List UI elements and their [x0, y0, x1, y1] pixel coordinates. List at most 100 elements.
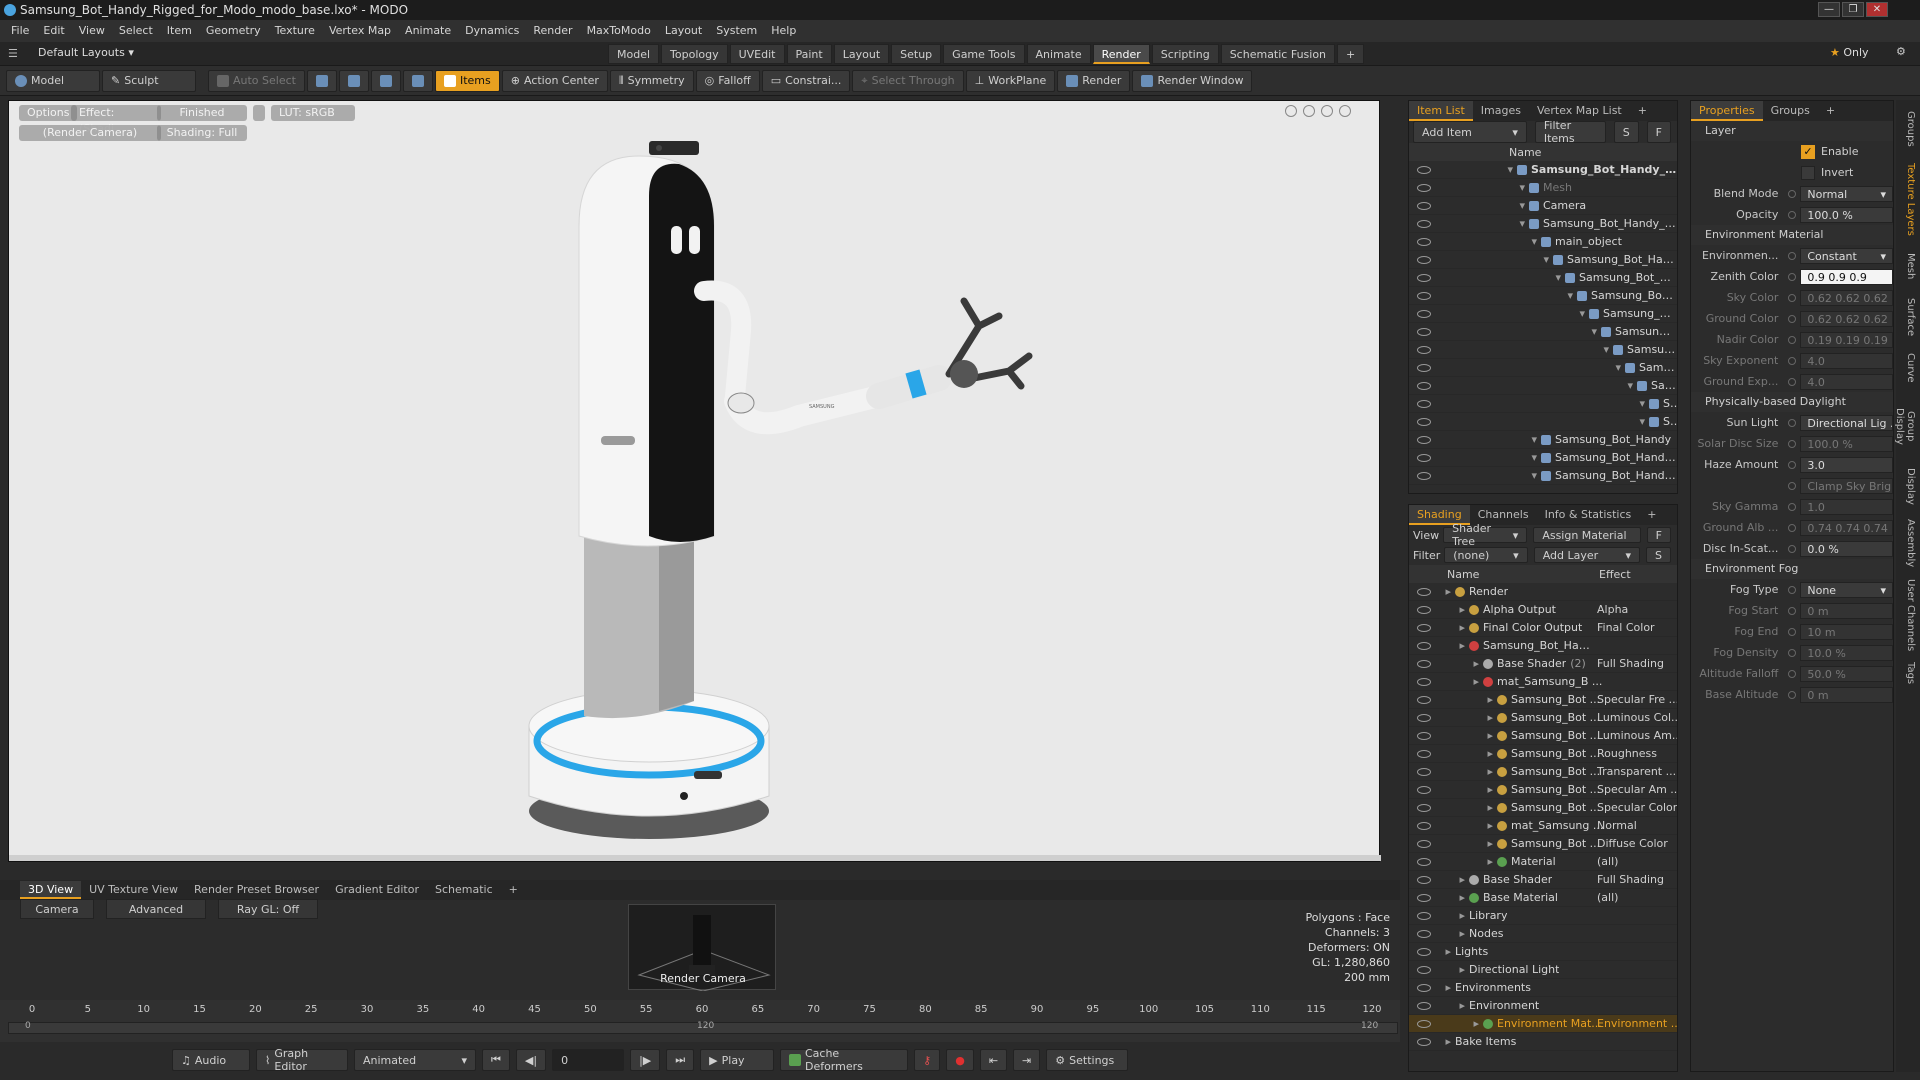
visibility-eye-icon[interactable]	[1417, 785, 1431, 794]
expand-arrow-icon[interactable]: ▾	[1437, 341, 1613, 358]
expand-arrow-icon[interactable]: ▸	[1437, 1015, 1483, 1032]
item-list-row[interactable]: ▾ Samsung_Bot_Handy ...	[1409, 449, 1677, 467]
tab-scripting[interactable]: Scripting	[1151, 44, 1219, 64]
expand-arrow-icon[interactable]: ▸	[1437, 709, 1497, 726]
render-button[interactable]: Render	[1057, 69, 1131, 92]
keyframe-dot-icon[interactable]	[1788, 606, 1797, 615]
shading-s-toggle[interactable]: S	[1646, 547, 1671, 563]
shader-layer-effect[interactable]: Transparent ...	[1597, 763, 1677, 780]
property-value[interactable]: 10 m	[1800, 623, 1893, 640]
shading-dropdown[interactable]: Shading: Full	[157, 125, 247, 141]
pan-icon[interactable]	[1285, 105, 1297, 117]
tab-item-list[interactable]: Item List	[1409, 101, 1473, 121]
shader-tree-row[interactable]: ▸ Samsung_Bot ... Luminous Col...	[1409, 709, 1677, 727]
workplane-button[interactable]: ⊥ WorkPlane	[965, 69, 1056, 92]
visibility-eye-icon[interactable]	[1417, 327, 1431, 336]
expand-arrow-icon[interactable]: ▾	[1437, 161, 1517, 178]
keyframe-dot-icon[interactable]	[1788, 523, 1797, 532]
shader-tree-row[interactable]: ▸ Alpha Output Alpha	[1409, 601, 1677, 619]
visibility-eye-icon[interactable]	[1417, 435, 1431, 444]
keyframe-dot-icon[interactable]	[1788, 648, 1797, 657]
tab-render-preset-browser[interactable]: Render Preset Browser	[186, 881, 327, 899]
tab-gradient-editor[interactable]: Gradient Editor	[327, 881, 427, 899]
edges-mode-button[interactable]	[338, 69, 369, 92]
visibility-eye-icon[interactable]	[1417, 713, 1431, 722]
item-list-row[interactable]: ▾ Samsung_B...	[1409, 323, 1677, 341]
add-shading-tab-button[interactable]: +	[1639, 505, 1664, 525]
play-button[interactable]: ▶ Play	[700, 1049, 775, 1071]
expand-arrow-icon[interactable]: ▾	[1437, 251, 1553, 268]
visibility-eye-icon[interactable]	[1417, 273, 1431, 282]
keyframe-dot-icon[interactable]	[1788, 502, 1797, 511]
visibility-eye-icon[interactable]	[1417, 453, 1431, 462]
visibility-eye-icon[interactable]	[1417, 417, 1431, 426]
shader-tree-row[interactable]: ▸ Final Color Output Final Color	[1409, 619, 1677, 637]
expand-arrow-icon[interactable]: ▸	[1437, 979, 1455, 996]
expand-arrow-icon[interactable]: ▾	[1437, 233, 1541, 250]
visibility-eye-icon[interactable]	[1417, 947, 1431, 956]
lut-icon[interactable]	[253, 105, 265, 121]
item-list-row[interactable]: ▾ Camera	[1409, 197, 1677, 215]
action-center-button[interactable]: ⊕ Action Center	[501, 69, 608, 92]
item-list-row[interactable]: ▾ Samsung_Bot_Handy ...	[1409, 467, 1677, 485]
model-mode-button[interactable]: Model	[6, 69, 100, 92]
shader-tree-row[interactable]: ▸ Material (all)	[1409, 853, 1677, 871]
expand-arrow-icon[interactable]: ▸	[1437, 601, 1469, 618]
visibility-eye-icon[interactable]	[1417, 839, 1431, 848]
gear-icon[interactable]: ⚙	[1896, 45, 1906, 58]
visibility-eye-icon[interactable]	[1417, 875, 1431, 884]
property-value[interactable]: Directional Lig ...▾	[1800, 414, 1893, 431]
shader-layer-effect[interactable]: Diffuse Color	[1597, 835, 1677, 852]
tab-paint[interactable]: Paint	[786, 44, 832, 64]
render-viewport[interactable]: Options Effect: (Shadi... Finished LUT: …	[8, 100, 1381, 862]
filter-dropdown[interactable]: (none) ▾	[1444, 547, 1528, 563]
visibility-eye-icon[interactable]	[1417, 659, 1431, 668]
keyframe-dot-icon[interactable]	[1788, 314, 1797, 323]
tab-uvedit[interactable]: UVEdit	[729, 44, 785, 64]
layout-menu-icon[interactable]: ☰	[8, 47, 18, 60]
settings-button[interactable]: ⚙ Settings	[1046, 1049, 1129, 1071]
add-item-dropdown[interactable]: Add Item ▾	[1413, 121, 1527, 143]
advanced-button[interactable]: Advanced	[106, 899, 206, 919]
visibility-eye-icon[interactable]	[1417, 767, 1431, 776]
tab-properties[interactable]: Properties	[1691, 101, 1763, 121]
expand-arrow-icon[interactable]: ▾	[1437, 323, 1601, 340]
polygons-mode-button[interactable]	[370, 69, 401, 92]
render-window-button[interactable]: Render Window	[1132, 69, 1253, 92]
expand-arrow-icon[interactable]: ▾	[1437, 413, 1649, 430]
shader-layer-effect[interactable]: Normal	[1597, 817, 1677, 834]
side-tab[interactable]: Groups	[1898, 106, 1916, 152]
menu-file[interactable]: File	[4, 20, 36, 42]
shader-tree-row[interactable]: ▸ Base Shader (2) Full Shading	[1409, 655, 1677, 673]
property-value[interactable]: 0.0 %	[1800, 540, 1893, 557]
shader-tree-row[interactable]: ▸ Nodes	[1409, 925, 1677, 943]
shader-tree-row[interactable]: ▸ Environments	[1409, 979, 1677, 997]
graph-editor-button[interactable]: ⌇ Graph Editor	[256, 1047, 348, 1073]
expand-arrow-icon[interactable]: ▸	[1437, 781, 1497, 798]
camera-dropdown[interactable]: (Render Camera)	[19, 125, 161, 141]
maximize-view-icon[interactable]	[1339, 105, 1351, 117]
expand-arrow-icon[interactable]: ▸	[1437, 619, 1469, 636]
visibility-eye-icon[interactable]	[1417, 641, 1431, 650]
keyframe-dot-icon[interactable]	[1788, 210, 1797, 219]
items-mode-button[interactable]: Items	[434, 69, 500, 92]
item-list-row[interactable]: ▾ Samsung_Bot_H...	[1409, 287, 1677, 305]
expand-arrow-icon[interactable]: ▸	[1437, 817, 1497, 834]
frame-field[interactable]: 0	[552, 1049, 625, 1071]
shader-tree-row[interactable]: ▸ Samsung_Bot_Han ...	[1409, 637, 1677, 655]
step-back-button[interactable]: ◀|	[515, 1049, 547, 1071]
keyframe-dot-icon[interactable]	[1788, 460, 1797, 469]
expand-arrow-icon[interactable]: ▸	[1437, 691, 1497, 708]
keyframe-dot-icon[interactable]	[1788, 272, 1797, 281]
add-layer-dropdown[interactable]: Add Layer ▾	[1533, 547, 1641, 563]
visibility-eye-icon[interactable]	[1417, 309, 1431, 318]
visibility-eye-icon[interactable]	[1417, 965, 1431, 974]
property-value[interactable]: 0 m	[1800, 686, 1893, 703]
property-section[interactable]: Environment Fog	[1691, 559, 1893, 579]
property-value[interactable]: 3.0	[1800, 456, 1893, 473]
expand-arrow-icon[interactable]: ▾	[1437, 215, 1529, 232]
expand-arrow-icon[interactable]: ▾	[1437, 377, 1637, 394]
shading-f-toggle[interactable]: F	[1646, 527, 1671, 543]
visibility-eye-icon[interactable]	[1417, 695, 1431, 704]
property-value[interactable]: 0.62 0.62 0.62	[1800, 310, 1893, 327]
